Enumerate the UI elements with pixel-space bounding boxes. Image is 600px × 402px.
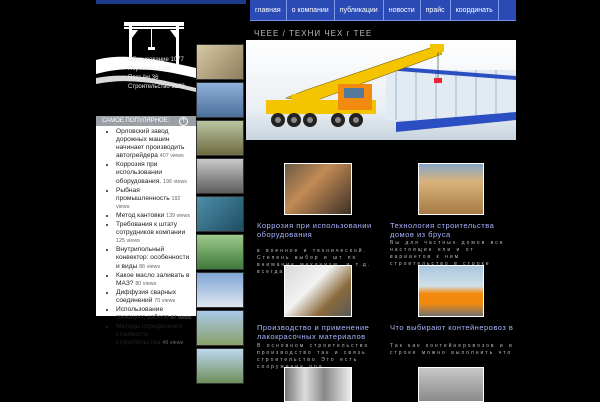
post-title[interactable]: Производство и применение лакокрасочных … <box>257 323 385 341</box>
popular-item[interactable]: Метод кантовки 139 views <box>116 212 194 220</box>
thumbnail-image[interactable] <box>196 44 244 80</box>
thumbnail-image[interactable] <box>196 196 244 232</box>
thumbnail-image[interactable] <box>196 82 244 118</box>
post-image-metal-profiles[interactable] <box>284 367 352 402</box>
post-excerpt: Вы для частных домов все настоящие ели и… <box>390 240 505 267</box>
thumbnail-image[interactable] <box>196 120 244 156</box>
popular-item[interactable]: Рыбная промышленность 192 views <box>116 187 194 211</box>
popular-item-views: 67 views <box>170 315 192 322</box>
nav-item-price[interactable]: прайс <box>421 0 451 20</box>
popular-header-label: САМОЕ ПОПУЛЯРНОЕ: <box>102 118 170 124</box>
popular-item-views: 196 views <box>162 178 187 185</box>
thumbnail-image[interactable] <box>196 348 244 384</box>
nav-item-home[interactable]: главная <box>250 0 287 20</box>
popular-item[interactable]: Коррозия при использовании оборудования.… <box>116 161 194 185</box>
post-title[interactable]: Коррозия при использовании оборудования <box>257 221 385 239</box>
nav-item-news[interactable]: новости <box>384 0 421 20</box>
post-image-rope-chain[interactable] <box>284 163 352 215</box>
popular-item[interactable]: Диффузия сварных соединений 70 views <box>116 289 194 305</box>
crane-truck-illustration <box>266 44 516 132</box>
category-item[interactable]: Строительство 1263 <box>128 83 196 92</box>
popular-item[interactable]: Использование греющего кабеля 67 views <box>116 306 194 322</box>
popular-item-views: 125 views <box>116 238 140 245</box>
popular-item-views: 70 views <box>154 297 176 304</box>
thumbnail-image[interactable] <box>196 234 244 270</box>
popular-item-title[interactable]: Коррозия при использовании оборудования. <box>116 161 162 184</box>
post-image-painter-worker[interactable] <box>284 265 352 317</box>
category-item[interactable]: Персонал 1188 <box>128 65 196 74</box>
popular-item-views: 49 views <box>162 340 184 347</box>
post-image-wooden-house[interactable] <box>418 163 484 215</box>
post-image-container-trucks[interactable] <box>418 265 484 317</box>
thumbnail-column <box>196 44 244 386</box>
post-excerpt: Так как контейнеровозов и в строке можно… <box>390 343 514 356</box>
post-image-container-interior[interactable] <box>418 367 484 402</box>
category-list: Оборудование 1077 Персонал 1188 Подъём 3… <box>128 56 196 92</box>
popular-item[interactable]: Методы определения стоимости строительст… <box>116 323 194 347</box>
thumbnail-image[interactable] <box>196 272 244 308</box>
popular-item[interactable]: Орловский завод дорожных машин начинает … <box>116 128 194 160</box>
popular-list: Орловский завод дорожных машин начинает … <box>96 128 196 347</box>
popular-item-title[interactable]: Метод кантовки <box>116 212 164 219</box>
popular-item-views: 86 views <box>139 263 161 270</box>
hero-banner[interactable] <box>246 40 516 140</box>
popular-item[interactable]: Какое масло заливать в МАЗ? 80 views <box>116 272 194 288</box>
post-title[interactable]: Технология строительства домов из бруса <box>390 221 518 239</box>
popular-item-views: 80 views <box>135 280 157 287</box>
popular-item[interactable]: Внутрипольный конвектор: особенности и в… <box>116 246 194 270</box>
expand-plus-icon[interactable]: + <box>179 116 188 126</box>
popular-header: САМОЕ ПОПУЛЯРНОЕ: + <box>96 116 196 126</box>
thumbnail-image[interactable] <box>196 310 244 346</box>
popular-widget: САМОЕ ПОПУЛЯРНОЕ: + Орловский завод доро… <box>96 116 196 346</box>
hero-title: ЧЕЕЕ / ТЕХНИ ЧЕХ г ТЕЕ <box>254 29 373 38</box>
category-item[interactable]: Оборудование 1077 <box>128 56 196 65</box>
thumbnail-image[interactable] <box>196 158 244 194</box>
popular-item-title[interactable]: Использование греющего кабеля <box>116 306 169 321</box>
popular-item-title[interactable]: Требования к штату сотрудников компании <box>116 221 185 236</box>
popular-item-views: 407 views <box>159 153 184 160</box>
top-accent-bar <box>96 0 246 4</box>
category-item[interactable]: Подъём 36 <box>128 74 196 83</box>
nav-item-publications[interactable]: публикации <box>335 0 384 20</box>
post-title[interactable]: Что выбирают контейнеровоз в <box>390 323 518 332</box>
nav-item-about[interactable]: о компании <box>287 0 335 20</box>
popular-item-views: 139 views <box>166 212 191 219</box>
main-nav: главная о компании публикации новости пр… <box>250 0 516 21</box>
nav-item-coordinates[interactable]: координать <box>451 0 499 20</box>
popular-item-title[interactable]: Рыбная промышленность <box>116 187 170 202</box>
popular-item[interactable]: Требования к штату сотрудников компании … <box>116 221 194 245</box>
